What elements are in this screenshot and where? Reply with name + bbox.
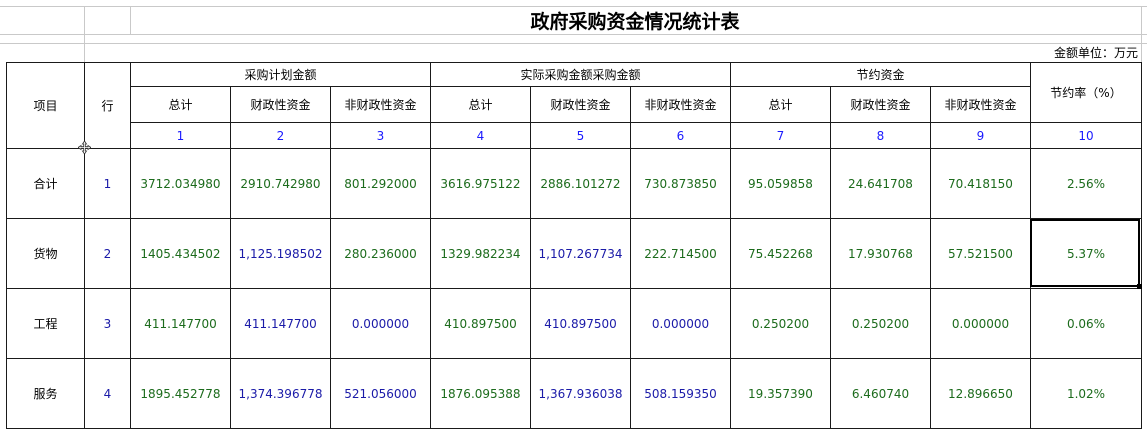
table-cell: 70.418150 [948,176,1013,191]
header-group-plan: 采购计划金额 [244,68,317,82]
table-cell: 19.357390 [748,386,813,401]
sub-header-6: 非财政性资金 [644,98,717,112]
table-cell: 1329.982234 [440,246,521,261]
column-index-7: 7 [776,128,785,143]
table-cell: 1,374.396778 [238,386,323,401]
header-group-saving: 节约资金 [856,68,905,82]
table-cell: 0.000000 [651,316,710,331]
sub-header-5: 财政性资金 [550,98,611,112]
table-cell: 2886.101272 [540,176,621,191]
table-cell: 24.641708 [848,176,913,191]
table-cell: 410.897500 [544,316,617,331]
table-cell: 57.521500 [948,246,1013,261]
table-cell: 521.056000 [344,386,417,401]
column-index-10: 10 [1078,128,1094,143]
table-cell: 410.897500 [444,316,517,331]
gridline [0,34,1147,35]
column-index-4: 4 [476,128,485,143]
table-border [1141,62,1142,429]
column-index-6: 6 [676,128,685,143]
unit-label: 金额单位：万元 [1053,46,1138,60]
table-cell: 3616.975122 [440,176,521,191]
table-cell: 95.059858 [748,176,813,191]
cell-selection[interactable] [1030,219,1140,287]
table-cell: 801.292000 [344,176,417,191]
table-cell: 222.714500 [644,246,717,261]
header-item: 项目 [33,99,58,113]
table-cell: 3712.034980 [140,176,221,191]
savings-rate-cell: 2.56% [1066,176,1106,191]
table-row-number: 1 [103,176,112,191]
table-cell: 0.250200 [851,316,910,331]
header-group-actual: 实际采购金额采购金额 [520,68,641,82]
column-index-5: 5 [576,128,585,143]
table-cell: 1876.095388 [440,386,521,401]
gridline [1141,6,1142,62]
table-cell: 2910.742980 [240,176,321,191]
table-row-item: 合计 [33,177,58,191]
sub-header-1: 总计 [168,98,193,112]
table-cell: 1,125.198502 [238,246,323,261]
table-row-item: 服务 [33,387,58,401]
table-row-number: 4 [103,386,112,401]
move-cursor-icon [78,141,91,154]
table-cell: 280.236000 [344,246,417,261]
table-row-number: 2 [103,246,112,261]
table-cell: 1,367.936038 [538,386,623,401]
table-cell: 1405.434502 [140,246,221,261]
table-cell: 411.147700 [144,316,217,331]
savings-rate-cell: 1.02% [1066,386,1106,401]
column-index-8: 8 [876,128,885,143]
column-index-2: 2 [276,128,285,143]
fill-handle[interactable] [1137,284,1142,289]
sub-header-8: 财政性资金 [850,98,911,112]
header-row: 行 [101,99,114,113]
sub-header-2: 财政性资金 [250,98,311,112]
sub-header-7: 总计 [768,98,793,112]
table-cell: 6.460740 [851,386,910,401]
sub-header-9: 非财政性资金 [944,98,1017,112]
table-row-number: 3 [103,316,112,331]
column-index-3: 3 [376,128,385,143]
table-cell: 730.873850 [644,176,717,191]
table-row-item: 货物 [33,247,58,261]
page-title: 政府采购资金情况统计表 [530,10,740,33]
table-cell: 1,107.267734 [538,246,623,261]
header-savings-rate: 节约率（%） [1050,86,1122,100]
table-cell: 508.159350 [644,386,717,401]
table-cell: 0.000000 [351,316,410,331]
column-index-9: 9 [976,128,985,143]
table-border [6,428,1142,429]
table-cell: 0.250200 [751,316,810,331]
sub-header-4: 总计 [468,98,493,112]
table-row-item: 工程 [33,317,58,331]
table-cell: 0.000000 [951,316,1010,331]
table-cell: 411.147700 [244,316,317,331]
table-cell: 12.896650 [948,386,1013,401]
table-cell: 75.452268 [748,246,813,261]
table-cell: 1895.452778 [140,386,221,401]
sub-header-3: 非财政性资金 [344,98,417,112]
spreadsheet[interactable]: 政府采购资金情况统计表 金额单位：万元 项目 行 采购计划金额 实际采购金额采购… [0,0,1147,433]
table-cell: 17.930768 [848,246,913,261]
savings-rate-cell: 0.06% [1066,316,1106,331]
column-index-1: 1 [176,128,185,143]
gridline [84,6,85,62]
